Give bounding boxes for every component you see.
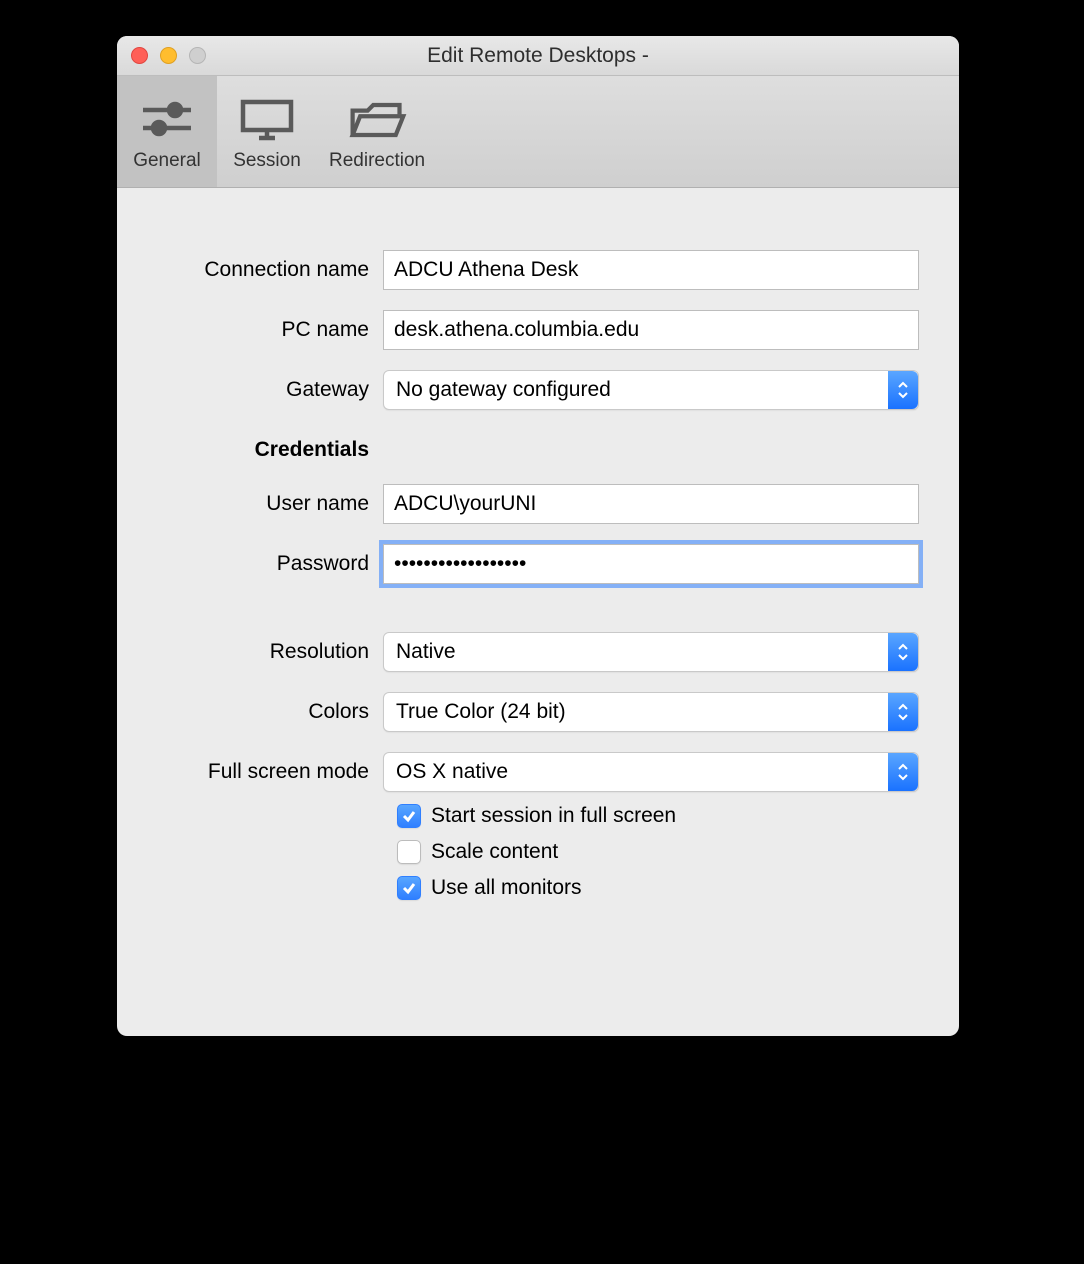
checkbox-icon [397,876,421,900]
full-screen-mode-select[interactable]: OS X native [383,752,919,792]
resolution-select[interactable]: Native [383,632,919,672]
monitor-icon [237,96,297,144]
gateway-value: No gateway configured [396,378,611,402]
chevron-up-down-icon [888,693,918,731]
minimize-window-button[interactable] [160,47,177,64]
tab-label: Session [233,150,301,172]
close-window-button[interactable] [131,47,148,64]
edit-remote-desktops-window: Edit Remote Desktops - General [117,36,959,1036]
checkbox-icon [397,840,421,864]
checkbox-label: Use all monitors [431,876,582,900]
pc-name-input[interactable] [383,310,919,350]
chevron-up-down-icon [888,753,918,791]
sliders-icon [137,96,197,144]
user-name-input[interactable] [383,484,919,524]
colors-select[interactable]: True Color (24 bit) [383,692,919,732]
tab-general[interactable]: General [117,76,217,187]
toolbar: General Session Redirection [117,76,959,188]
start-full-screen-checkbox[interactable]: Start session in full screen [397,804,919,828]
connection-name-input[interactable] [383,250,919,290]
password-label: Password [157,552,383,576]
checkbox-label: Start session in full screen [431,804,676,828]
resolution-label: Resolution [157,640,383,664]
tab-label: Redirection [329,150,425,172]
tab-label: General [133,150,201,172]
checkbox-icon [397,804,421,828]
password-input[interactable] [383,544,919,584]
pc-name-label: PC name [157,318,383,342]
colors-label: Colors [157,700,383,724]
zoom-window-button[interactable] [189,47,206,64]
gateway-label: Gateway [157,378,383,402]
tab-session[interactable]: Session [217,76,317,187]
window-controls [117,47,206,64]
colors-value: True Color (24 bit) [396,700,566,724]
full-screen-mode-label: Full screen mode [157,760,383,784]
titlebar: Edit Remote Desktops - [117,36,959,76]
connection-name-label: Connection name [157,258,383,282]
credentials-heading: Credentials [157,438,383,462]
gateway-select[interactable]: No gateway configured [383,370,919,410]
scale-content-checkbox[interactable]: Scale content [397,840,919,864]
folder-open-icon [347,96,407,144]
full-screen-mode-value: OS X native [396,760,508,784]
chevron-up-down-icon [888,371,918,409]
chevron-up-down-icon [888,633,918,671]
form-content: Connection name PC name Gateway No gatew… [117,188,959,952]
tab-redirection[interactable]: Redirection [317,76,437,187]
user-name-label: User name [157,492,383,516]
use-all-monitors-checkbox[interactable]: Use all monitors [397,876,919,900]
resolution-value: Native [396,640,456,664]
window-title: Edit Remote Desktops - [117,44,959,68]
checkbox-label: Scale content [431,840,558,864]
